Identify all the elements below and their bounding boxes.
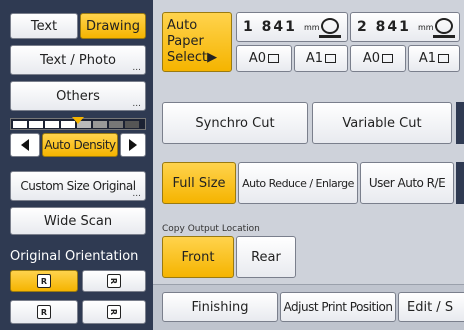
density-darker-button[interactable] [120,133,146,157]
document-rotated-alt-icon: R [107,305,121,319]
variable-cut-label: Variable Cut [342,115,422,131]
panel-edge-bar [456,162,464,204]
adjust-print-position-label: Adjust Print Position [283,300,393,314]
tray1-size-b-label: A1 [305,51,324,66]
finishing-tab[interactable]: Finishing [162,292,278,322]
orientation-upright-button[interactable]: R [10,270,78,292]
auto-density-label: Auto Density [44,138,116,152]
paper-sheet-icon [382,54,394,63]
tray1-counter[interactable]: 1 841 mm [236,12,348,42]
full-size-button[interactable]: Full Size [162,162,236,204]
tray1-unit: mm [304,23,320,32]
paper-sheet-icon [325,54,337,63]
custom-size-original-label: Custom Size Original [20,179,136,193]
text-mode-button[interactable]: Text [10,13,78,39]
document-upright-icon: R [37,274,51,288]
orientation-rotated-button[interactable]: R [82,270,146,292]
wide-scan-label: Wide Scan [43,213,113,229]
edit-stamp-tab[interactable]: Edit / S [398,292,464,322]
edit-stamp-label: Edit / S [407,299,454,315]
tray2-size-b-label: A1 [418,51,437,66]
density-segment [93,121,107,128]
others-mode-button[interactable]: Others ... [10,81,146,111]
density-segment [29,121,43,128]
auto-reduce-enlarge-label: Auto Reduce / Enlarge [242,176,354,190]
others-mode-label: Others [56,88,100,104]
tray2-count: 2 841 [357,19,411,35]
synchro-cut-button[interactable]: Synchro Cut [162,102,308,144]
tray1-size-a-button[interactable]: A0 [236,45,292,72]
synchro-cut-label: Synchro Cut [195,115,275,131]
roll-paper-base-icon [433,35,455,38]
orientation-rotated-alt-button[interactable]: R [82,300,146,324]
roll-paper-base-icon [319,35,341,38]
roll-paper-icon [435,18,453,34]
original-orientation-text: Original Orientation [10,248,139,264]
variable-cut-button[interactable]: Variable Cut [312,102,452,144]
adjust-print-position-tab[interactable]: Adjust Print Position [280,292,396,322]
custom-size-original-button[interactable]: Custom Size Original ... [10,171,146,201]
density-segment [109,121,123,128]
auto-paper-select-button[interactable]: Auto Paper Select▶ [162,12,232,72]
density-segment [125,121,139,128]
density-lighter-button[interactable] [10,133,40,157]
ellipsis-indicator: ... [132,189,141,199]
full-size-label: Full Size [172,175,226,191]
text-photo-mode-label: Text / Photo [39,52,117,68]
original-orientation-label: Original Orientation [8,246,148,266]
output-front-label: Front [181,249,215,265]
tray2-size-b-button[interactable]: A1 [408,45,460,72]
density-segment [13,121,27,128]
tray1-count: 1 841 [243,19,297,35]
ellipsis-indicator: ... [132,63,141,73]
ellipsis-indicator: ... [132,99,141,109]
output-rear-label: Rear [251,249,281,265]
density-segment [45,121,59,128]
document-upright-alt-icon: R [37,305,51,319]
wide-scan-button[interactable]: Wide Scan [10,207,146,235]
auto-reduce-enlarge-button[interactable]: Auto Reduce / Enlarge [238,162,358,204]
paper-sheet-icon [438,54,450,63]
roll-paper-icon [321,18,339,34]
copy-output-location-label: Copy Output Location [162,224,260,234]
triangle-right-icon [129,139,137,151]
drawing-mode-label: Drawing [85,18,141,34]
auto-density-button[interactable]: Auto Density [42,133,118,157]
panel-edge-bar [456,102,464,144]
output-front-button[interactable]: Front [162,236,234,278]
drawing-mode-button[interactable]: Drawing [80,13,146,39]
output-rear-button[interactable]: Rear [236,236,296,278]
document-rotated-icon: R [107,274,121,288]
paper-sheet-icon [268,54,280,63]
user-auto-re-label: User Auto R/E [368,176,446,190]
auto-paper-select-label: Auto Paper Select▶ [167,18,218,65]
tray1-size-a-label: A0 [248,51,267,66]
triangle-left-icon [21,139,29,151]
user-auto-re-button[interactable]: User Auto R/E [360,162,454,204]
tray2-size-a-label: A0 [362,51,381,66]
text-photo-mode-button[interactable]: Text / Photo ... [10,45,146,75]
tray2-size-a-button[interactable]: A0 [350,45,406,72]
tray2-unit: mm [418,23,434,32]
density-marker-icon [72,117,84,124]
tray2-counter[interactable]: 2 841 mm [350,12,460,42]
finishing-tab-label: Finishing [191,299,249,315]
orientation-upright-alt-button[interactable]: R [10,300,78,324]
tray1-size-b-button[interactable]: A1 [294,45,348,72]
text-mode-label: Text [30,18,58,34]
